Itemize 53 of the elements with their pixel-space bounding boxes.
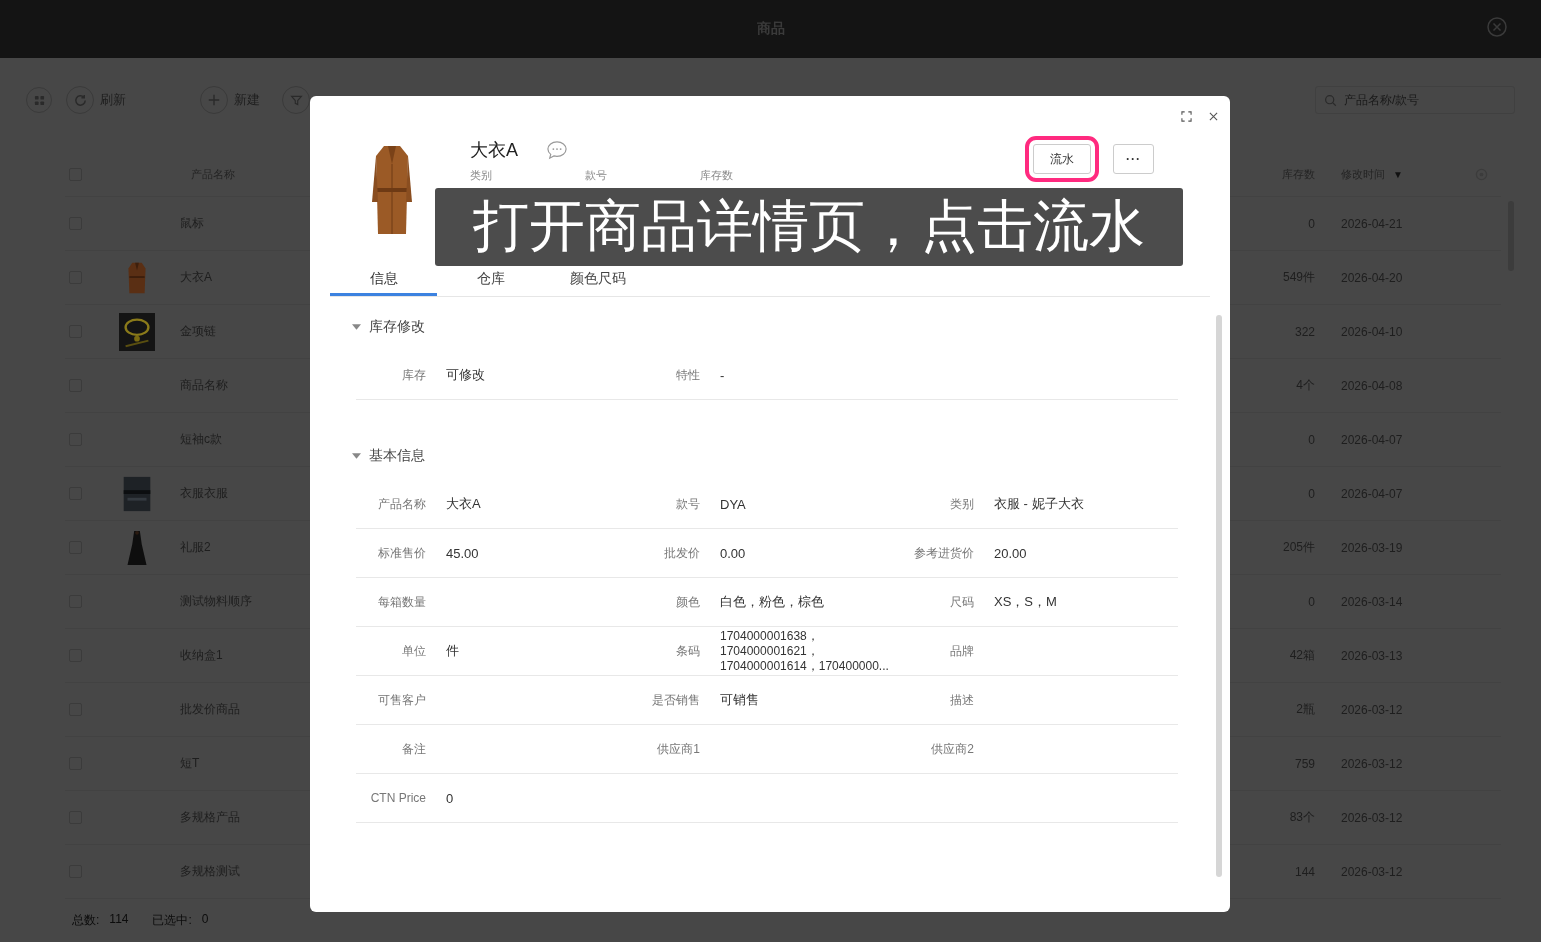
field-value: 可销售 (720, 691, 759, 709)
field-label: 是否销售 (651, 691, 700, 709)
field-value: 可修改 (446, 366, 485, 384)
field-value: 大衣A (446, 495, 481, 513)
field-label: 标准售价 (377, 544, 426, 562)
field-value: 衣服 - 妮子大衣 (994, 495, 1084, 513)
scrollbar[interactable] (1216, 315, 1222, 877)
tab[interactable]: 仓库 (437, 264, 544, 296)
tab[interactable]: 颜色尺码 (544, 264, 651, 296)
field-value: 件 (446, 642, 459, 660)
field-value: 白色，粉色，棕色 (720, 593, 824, 611)
more-button[interactable]: ··· (1113, 144, 1154, 174)
field-label: 每箱数量 (377, 593, 426, 611)
tab[interactable]: 信息 (330, 264, 437, 296)
field-label: 库存 (401, 366, 426, 384)
field-label: 描述 (949, 691, 974, 709)
caption: 打开商品详情页，点击流水 (435, 188, 1183, 266)
summary-label: 库存数 (700, 168, 734, 183)
field-label: 参考进货价 (913, 544, 974, 562)
field-value: XS，S，M (994, 593, 1057, 611)
field-label: 类别 (949, 495, 974, 513)
field-label: 条码 (675, 642, 700, 660)
field-label: 供应商2 (930, 740, 974, 758)
summary-label: 类别 (470, 168, 493, 183)
flow-button[interactable]: 流水 (1033, 144, 1091, 174)
total-count: 114 (109, 912, 129, 928)
field-label: 供应商1 (656, 740, 700, 758)
field-label: 尺码 (949, 593, 974, 611)
field-label: 特性 (675, 366, 700, 384)
fullscreen-icon[interactable] (1181, 110, 1192, 122)
field-value: DYA (720, 496, 746, 512)
close-icon[interactable] (1209, 111, 1218, 121)
field-value: 45.00 (446, 545, 479, 561)
field-value: - (720, 367, 725, 383)
product-name: 大衣A (470, 139, 518, 162)
section-toggle[interactable]: 库存修改 (346, 311, 431, 343)
field-value: 0.00 (720, 545, 746, 561)
section-toggle[interactable]: 基本信息 (346, 440, 431, 472)
field-label: 产品名称 (377, 495, 426, 513)
field-label: 单位 (401, 642, 426, 660)
field-label: 颜色 (675, 593, 700, 611)
field-value: 0 (446, 790, 454, 806)
search-icon (1324, 94, 1337, 107)
field-label: 款号 (675, 495, 700, 513)
field-label: 备注 (401, 740, 426, 758)
field-value: 1704000001638， 1704000001621， 1704000001614，170400000... (720, 628, 889, 674)
summary-label: 款号 (585, 168, 608, 183)
field-label: 可售客户 (377, 691, 426, 709)
field-value: 20.00 (994, 545, 1027, 561)
field-label: CTN Price (369, 791, 426, 805)
chat-icon[interactable] (546, 140, 568, 160)
field-label: 批发价 (663, 544, 700, 562)
field-label: 品牌 (949, 642, 974, 660)
